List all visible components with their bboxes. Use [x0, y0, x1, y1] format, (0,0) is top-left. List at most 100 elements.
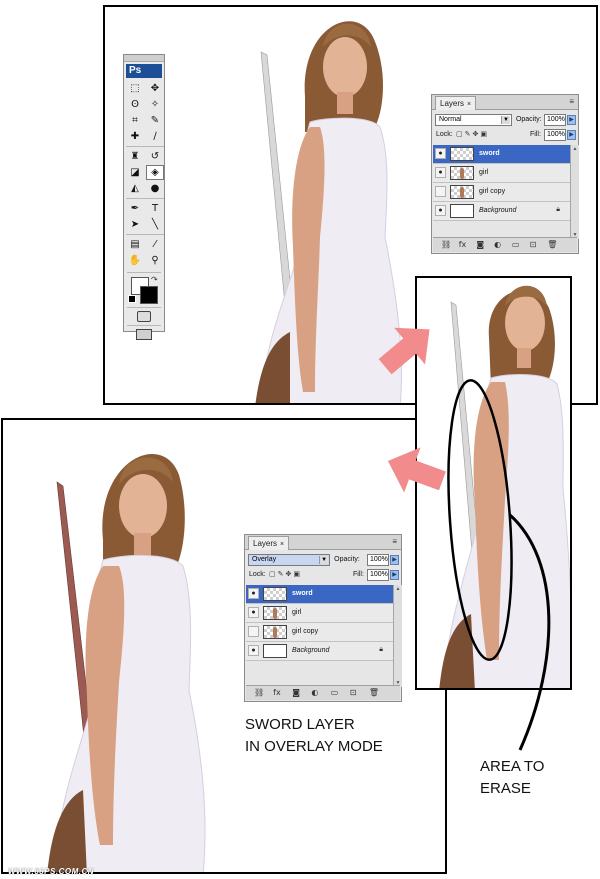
panel-header: Layers × ≡ — [245, 535, 401, 550]
panel-menu-icon[interactable]: ≡ — [569, 97, 574, 106]
eye-icon[interactable]: ● — [435, 148, 446, 159]
delete-layer-icon[interactable]: 🗑︎ — [547, 240, 557, 249]
eye-icon[interactable]: ● — [435, 167, 446, 178]
background-color-swatch[interactable] — [140, 286, 158, 304]
clone-stamp-icon[interactable]: ♜ — [126, 149, 144, 164]
eye-icon[interactable]: ● — [435, 205, 446, 216]
adjustment-layer-icon[interactable]: ◐ — [311, 688, 318, 697]
screen-mode-icon[interactable] — [136, 329, 152, 340]
layer-row-background[interactable]: ● Background 🔒︎ — [433, 202, 570, 221]
notes-icon[interactable]: ▤ — [126, 237, 144, 252]
panel-footer: ⛓ fx ◙ ◐ ▭ ⊡ 🗑︎ — [246, 685, 400, 700]
history-brush-icon[interactable]: ↺ — [146, 149, 164, 164]
healing-brush-icon[interactable]: ✚ — [126, 129, 144, 144]
paint-bucket-icon[interactable]: ◈ — [146, 165, 164, 180]
blur-icon[interactable]: ◭ — [126, 181, 144, 196]
eye-icon[interactable]: ● — [248, 588, 259, 599]
scroll-up-icon[interactable]: ▲ — [571, 145, 579, 153]
add-mask-icon[interactable]: ◙ — [476, 240, 484, 249]
visibility-off-icon[interactable] — [435, 186, 446, 197]
opacity-arrow-icon[interactable]: ▶ — [390, 555, 399, 565]
panel-menu-icon[interactable]: ≡ — [392, 537, 397, 546]
layer-style-icon[interactable]: fx — [273, 688, 281, 697]
layer-row-girl[interactable]: ● girl — [433, 164, 570, 183]
opacity-arrow-icon[interactable]: ▶ — [567, 115, 576, 125]
chevron-down-icon: ▼ — [500, 116, 510, 124]
layers-tab-label: Layers — [253, 539, 278, 548]
move-icon[interactable]: ✥ — [146, 81, 164, 96]
lock-icons[interactable]: ▢✎✥▣ — [456, 130, 489, 138]
opacity-field[interactable]: 100% — [367, 554, 389, 566]
layer-style-icon[interactable]: fx — [459, 240, 467, 249]
blend-mode-value: Overlay — [252, 556, 277, 563]
eye-icon[interactable]: ● — [248, 645, 259, 656]
lasso-icon[interactable]: ʘ — [126, 97, 144, 112]
layer-row-sword[interactable]: ● sword — [433, 145, 570, 164]
brush-icon[interactable]: ∕ — [146, 129, 164, 144]
close-icon[interactable]: × — [467, 101, 471, 108]
lock-icons[interactable]: ▢✎✥▣ — [269, 570, 302, 578]
blend-mode-select[interactable]: Overlay ▼ — [248, 554, 331, 566]
scroll-up-icon[interactable]: ▲ — [394, 585, 402, 593]
close-icon[interactable]: × — [280, 541, 284, 548]
pen-icon[interactable]: ✒ — [126, 201, 144, 216]
swap-colors-icon[interactable]: ↷ — [151, 275, 158, 284]
tool-separator — [126, 198, 164, 199]
dodge-icon[interactable]: ● — [146, 181, 164, 196]
line-icon[interactable]: ╲ — [146, 217, 164, 232]
fill-field[interactable]: 100% — [544, 129, 566, 141]
layers-tab[interactable]: Layers × — [248, 536, 290, 550]
new-group-icon[interactable]: ▭ — [331, 688, 339, 697]
hand-icon[interactable]: ✋ — [126, 253, 144, 268]
layer-thumbnail — [263, 625, 287, 639]
default-colors-icon[interactable] — [128, 295, 136, 303]
magic-wand-icon[interactable]: ✧ — [146, 97, 164, 112]
opacity-label: Opacity: — [334, 556, 360, 563]
layers-tab[interactable]: Layers × — [435, 96, 477, 110]
eyedropper-tool-icon[interactable]: ⁄ — [146, 237, 164, 252]
visibility-off-icon[interactable] — [248, 626, 259, 637]
color-swatches[interactable]: ↷ — [127, 275, 161, 305]
eyedropper-icon[interactable]: ✎ — [146, 113, 164, 128]
layer-row-girl-copy[interactable]: girl copy — [246, 623, 393, 642]
fill-label: Fill: — [353, 571, 364, 578]
quick-mask-icon[interactable] — [137, 311, 151, 322]
layer-row-sword[interactable]: ● sword — [246, 585, 393, 604]
layer-row-girl-copy[interactable]: girl copy — [433, 183, 570, 202]
marquee-icon[interactable]: ⬚ — [126, 81, 144, 96]
new-layer-icon[interactable]: ⊡ — [350, 688, 357, 697]
lock-icon: 🔒︎ — [556, 206, 560, 213]
layers-panel-bottom: Layers × ≡ Overlay ▼ Opacity: 100% ▶ Lock: ▢✎✥▣ Fi… — [244, 534, 402, 702]
delete-layer-icon[interactable]: 🗑︎ — [369, 688, 379, 697]
layers-scrollbar[interactable]: ▲ ▼ — [570, 145, 579, 239]
layer-thumbnail — [450, 147, 474, 161]
fill-label: Fill: — [530, 131, 541, 138]
layers-scrollbar[interactable]: ▲ ▼ — [393, 585, 402, 687]
eye-icon[interactable]: ● — [248, 607, 259, 618]
adjustment-layer-icon[interactable]: ◐ — [494, 240, 501, 249]
blend-mode-select[interactable]: Normal ▼ — [435, 114, 512, 126]
lock-icon: 🔒︎ — [379, 646, 383, 653]
link-layers-icon[interactable]: ⛓ — [441, 240, 451, 249]
layer-row-background[interactable]: ● Background 🔒︎ — [246, 642, 393, 661]
new-group-icon[interactable]: ▭ — [512, 240, 520, 249]
path-select-icon[interactable]: ➤ — [126, 217, 144, 232]
add-mask-icon[interactable]: ◙ — [292, 688, 300, 697]
fill-arrow-icon[interactable]: ▶ — [390, 570, 399, 580]
fill-arrow-icon[interactable]: ▶ — [567, 130, 576, 140]
fill-field[interactable]: 100% — [367, 569, 389, 581]
caption-sword-line2: IN OVERLAY MODE — [245, 738, 383, 755]
crop-icon[interactable]: ⌗ — [126, 113, 144, 128]
lock-label: Lock: — [436, 131, 453, 138]
new-layer-icon[interactable]: ⊡ — [530, 240, 537, 249]
eraser-icon[interactable]: ◪ — [126, 165, 144, 180]
lock-label: Lock: — [249, 571, 266, 578]
layer-thumbnail — [263, 587, 287, 601]
toolbox-grip[interactable] — [124, 55, 164, 62]
opacity-field[interactable]: 100% — [544, 114, 566, 126]
layer-row-girl[interactable]: ● girl — [246, 604, 393, 623]
type-icon[interactable]: T — [146, 201, 164, 216]
tool-separator — [126, 234, 164, 235]
link-layers-icon[interactable]: ⛓ — [254, 688, 264, 697]
zoom-icon[interactable]: ⚲ — [146, 253, 164, 268]
